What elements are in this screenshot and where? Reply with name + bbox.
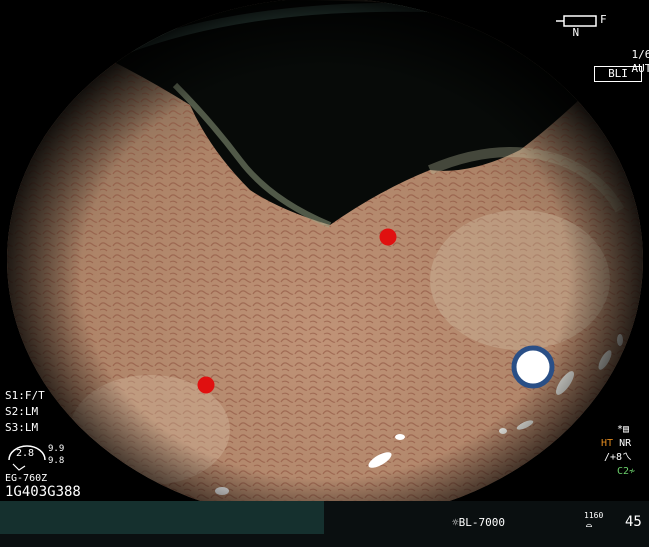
light-source: ☼BL-7000 (452, 516, 505, 529)
ht-nr-setting: HT NR (601, 437, 631, 450)
mode-label: BLI (608, 67, 628, 80)
image-number: 45 (625, 514, 642, 530)
grid-icon: ▤ (623, 424, 630, 435)
zoom-far-label: F (600, 13, 607, 26)
endoscopic-image (7, 0, 643, 522)
gauge-value: 2.8 (16, 448, 35, 459)
bottom-left-panel (0, 501, 324, 534)
red-marker-left (197, 376, 215, 394)
enhance-icon: ㄟ (622, 452, 633, 463)
gauge-side-bottom: 9.8 (48, 456, 65, 466)
sun-icon: ☼ (452, 516, 459, 529)
light-source-label: BL-7000 (458, 516, 505, 529)
gauge-side-top: 9.9 (48, 444, 65, 454)
curve-icon: ≁ (629, 466, 636, 477)
c2-setting: C2≁ (617, 465, 635, 478)
ht-label: HT (601, 438, 614, 449)
enhance-setting: /+8ㄟ (604, 451, 632, 464)
s3-setting: S3:LM (5, 421, 39, 434)
c2-label: C2 (617, 466, 630, 477)
plus8-label: /+8 (604, 452, 623, 463)
s1-setting: S1:F/T (5, 389, 45, 402)
frame-count: 1160 (584, 511, 604, 520)
mode-badge: BLI (594, 66, 642, 82)
red-marker-top (379, 228, 397, 246)
endoscopy-frame: N F 1/60⊛ AUTO⊙ BLI S1:F/T S2:LM S3:LM 2… (0, 0, 649, 547)
zoom-near-label: N (572, 26, 580, 39)
blue-ring-marker (511, 345, 555, 389)
disk-icon: ⌓ (586, 521, 593, 532)
star-setting: *▤ (617, 423, 629, 436)
nr-label: NR (619, 438, 632, 449)
zoom-bar-icon (556, 15, 597, 27)
scope-serial: 1G403G388 (5, 484, 81, 500)
s2-setting: S2:LM (5, 405, 39, 418)
